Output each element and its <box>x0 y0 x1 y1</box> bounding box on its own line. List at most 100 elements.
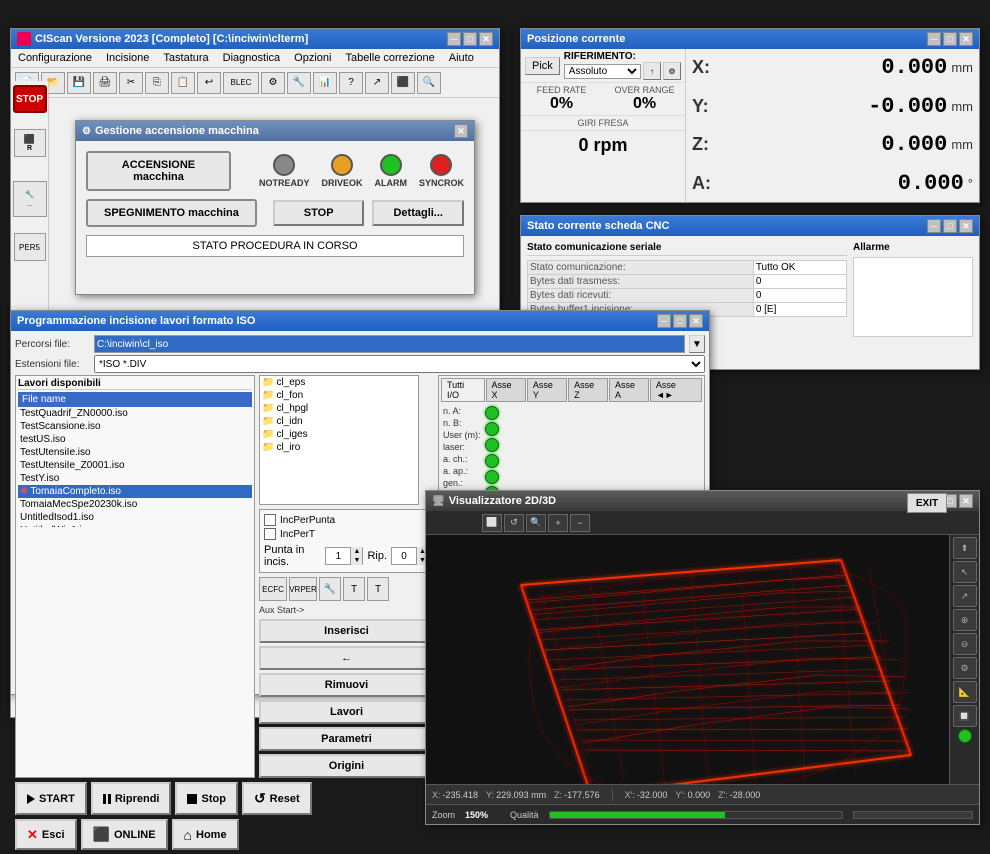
stop-btn[interactable]: Stop <box>175 782 237 815</box>
menu-tabelle[interactable]: Tabelle correzione <box>342 51 437 65</box>
ref-select[interactable]: Assoluto <box>564 64 641 79</box>
estensioni-select[interactable]: *ISO *.DIV <box>94 355 705 373</box>
menu-tastatura[interactable]: Tastatura <box>160 51 211 65</box>
inc-per-t-check[interactable] <box>264 528 276 540</box>
close-btn[interactable]: ✕ <box>479 32 493 46</box>
stop-main-btn[interactable]: STOP <box>13 85 47 113</box>
cnc-minimize[interactable]: ─ <box>927 219 941 233</box>
sidebar-tool-btn[interactable]: 🔧... <box>13 181 47 217</box>
menu-aiuto[interactable]: Aiuto <box>446 51 477 65</box>
tree-cl-eps[interactable]: 📁cl_eps <box>260 376 418 389</box>
esci-btn[interactable]: ✕ Esci <box>15 819 77 850</box>
job-item-3[interactable]: TestUtensiIe.iso <box>18 446 252 459</box>
rip-spinner[interactable]: 0 ▲ ▼ <box>391 547 429 565</box>
io-tab-lr[interactable]: Asse ◄► <box>650 378 702 402</box>
exit-viz-btn[interactable]: EXIT <box>907 493 947 513</box>
rimuovi-btn[interactable]: Rimuovi <box>259 673 434 697</box>
dettagli-btn[interactable]: Dettagli... <box>372 200 464 226</box>
job-list[interactable]: TestQuadrif_ZN0000.iso TestScansione.iso… <box>18 407 252 527</box>
pick-btn[interactable]: Pick <box>525 57 560 75</box>
percorsi-input[interactable] <box>94 335 685 353</box>
tb-save[interactable]: 💾 <box>67 72 91 94</box>
viz-rt-4[interactable]: ⊕ <box>953 609 977 631</box>
machine-dialog-close[interactable]: ✕ <box>454 124 468 138</box>
menu-configurazione[interactable]: Configurazione <box>15 51 95 65</box>
punta-spinner[interactable]: 1 ▲ ▼ <box>325 547 363 565</box>
tb-t1[interactable]: BLEC <box>223 72 259 94</box>
tree-cl-idn[interactable]: 📁cl_idn <box>260 415 418 428</box>
job-item-5[interactable]: TestY.iso <box>18 472 252 485</box>
job-item-8[interactable]: UntitledIsod1.iso <box>18 511 252 524</box>
minimize-btn[interactable]: ─ <box>447 32 461 46</box>
viz-rt-6[interactable]: ⚙ <box>953 657 977 679</box>
viz-tb-3[interactable]: 🔍 <box>526 514 546 532</box>
viz-tb-1[interactable]: ⬜ <box>482 514 502 532</box>
home-btn[interactable]: ⌂ Home <box>172 819 239 850</box>
aux-btn-4[interactable]: T <box>343 577 365 601</box>
job-item-0[interactable]: TestQuadrif_ZN0000.iso <box>18 407 252 420</box>
origini-btn[interactable]: Origini <box>259 754 434 778</box>
accensione-btn[interactable]: ACCENSIONE macchina <box>86 151 231 191</box>
viz-tb-2[interactable]: ↺ <box>504 514 524 532</box>
start-btn[interactable]: START <box>15 782 87 815</box>
tb-t6[interactable]: ↗ <box>365 72 389 94</box>
job-item-7[interactable]: TomaiaMecSpe20230k.iso <box>18 498 252 511</box>
tree-cl-iges[interactable]: 📁cl_iges <box>260 428 418 441</box>
io-tab-all[interactable]: Tutti I/O <box>441 378 485 402</box>
tb-t5[interactable]: ? <box>339 72 363 94</box>
io-tab-x[interactable]: Asse X <box>486 378 526 402</box>
job-item-6[interactable]: ✱ TomaiaCompleto.iso <box>18 485 252 498</box>
io-tab-y[interactable]: Asse Y <box>527 378 567 402</box>
tree-cl-hpgl[interactable]: 📁cl_hpgl <box>260 402 418 415</box>
percorsi-btn[interactable]: ▼ <box>689 335 705 353</box>
viz-tb-4[interactable]: + <box>548 514 568 532</box>
viz-tb-5[interactable]: − <box>570 514 590 532</box>
io-tab-z[interactable]: Asse Z <box>568 378 608 402</box>
inc-per-punta-check[interactable] <box>264 514 276 526</box>
viz-close[interactable]: ✕ <box>959 494 973 508</box>
ref-icon-1[interactable]: ↑ <box>643 62 661 80</box>
ref-icon-2[interactable]: ⚙ <box>663 62 681 80</box>
tb-t8[interactable]: 🔍 <box>417 72 441 94</box>
stop-dialog-btn[interactable]: STOP <box>273 200 365 226</box>
position-maximize[interactable]: □ <box>943 32 957 46</box>
arrow-btn[interactable]: ← <box>259 646 434 670</box>
viz-rt-1[interactable]: ⬆ <box>953 537 977 559</box>
riprendi-btn[interactable]: Riprendi <box>91 782 172 815</box>
aux-btn-5[interactable]: T <box>367 577 389 601</box>
punta-up[interactable]: ▲ <box>350 547 362 556</box>
menu-incisione[interactable]: Incisione <box>103 51 152 65</box>
tree-cl-fon[interactable]: 📁cl_fon <box>260 389 418 402</box>
tb-t4[interactable]: 📊 <box>313 72 337 94</box>
tb-paste[interactable]: 📋 <box>171 72 195 94</box>
menu-opzioni[interactable]: Opzioni <box>291 51 334 65</box>
position-close[interactable]: ✕ <box>959 32 973 46</box>
viz-rt-3[interactable]: ↗ <box>953 585 977 607</box>
tree-cl-iro[interactable]: 📁cl_iro <box>260 441 418 454</box>
aux-btn-3[interactable]: 🔧 <box>319 577 341 601</box>
maximize-btn[interactable]: □ <box>463 32 477 46</box>
position-minimize[interactable]: ─ <box>927 32 941 46</box>
lavori-btn[interactable]: Lavori <box>259 700 434 724</box>
aux-btn-1[interactable]: ECFC <box>259 577 287 601</box>
viz-rt-7[interactable]: 📐 <box>953 681 977 703</box>
viz-scrollbar[interactable] <box>853 811 973 819</box>
tb-undo[interactable]: ↩ <box>197 72 221 94</box>
sidebar-per5-btn[interactable]: PER5 <box>14 233 46 261</box>
tb-t2[interactable]: ⚙ <box>261 72 285 94</box>
cnc-maximize[interactable]: □ <box>943 219 957 233</box>
reset-btn[interactable]: ↺ Reset <box>242 782 312 815</box>
parametri-btn[interactable]: Parametri <box>259 727 434 751</box>
online-btn[interactable]: ⬛ ONLINE <box>81 819 168 850</box>
job-item-9[interactable]: UntitledWin1.iso <box>18 524 252 527</box>
spegnimento-btn[interactable]: SPEGNIMENTO macchina <box>86 199 257 227</box>
tb-t7[interactable]: ⬛ <box>391 72 415 94</box>
tb-cut[interactable]: ✂ <box>119 72 143 94</box>
menu-diagnostica[interactable]: Diagnostica <box>220 51 283 65</box>
viz-rt-8[interactable]: 🔲 <box>953 705 977 727</box>
iso-maximize[interactable]: □ <box>673 314 687 328</box>
io-tab-a[interactable]: Asse A <box>609 378 649 402</box>
tb-t3[interactable]: 🔧 <box>287 72 311 94</box>
inserisci-btn[interactable]: Inserisci <box>259 619 434 643</box>
job-item-4[interactable]: TestUtensiIe_Z0001.iso <box>18 459 252 472</box>
